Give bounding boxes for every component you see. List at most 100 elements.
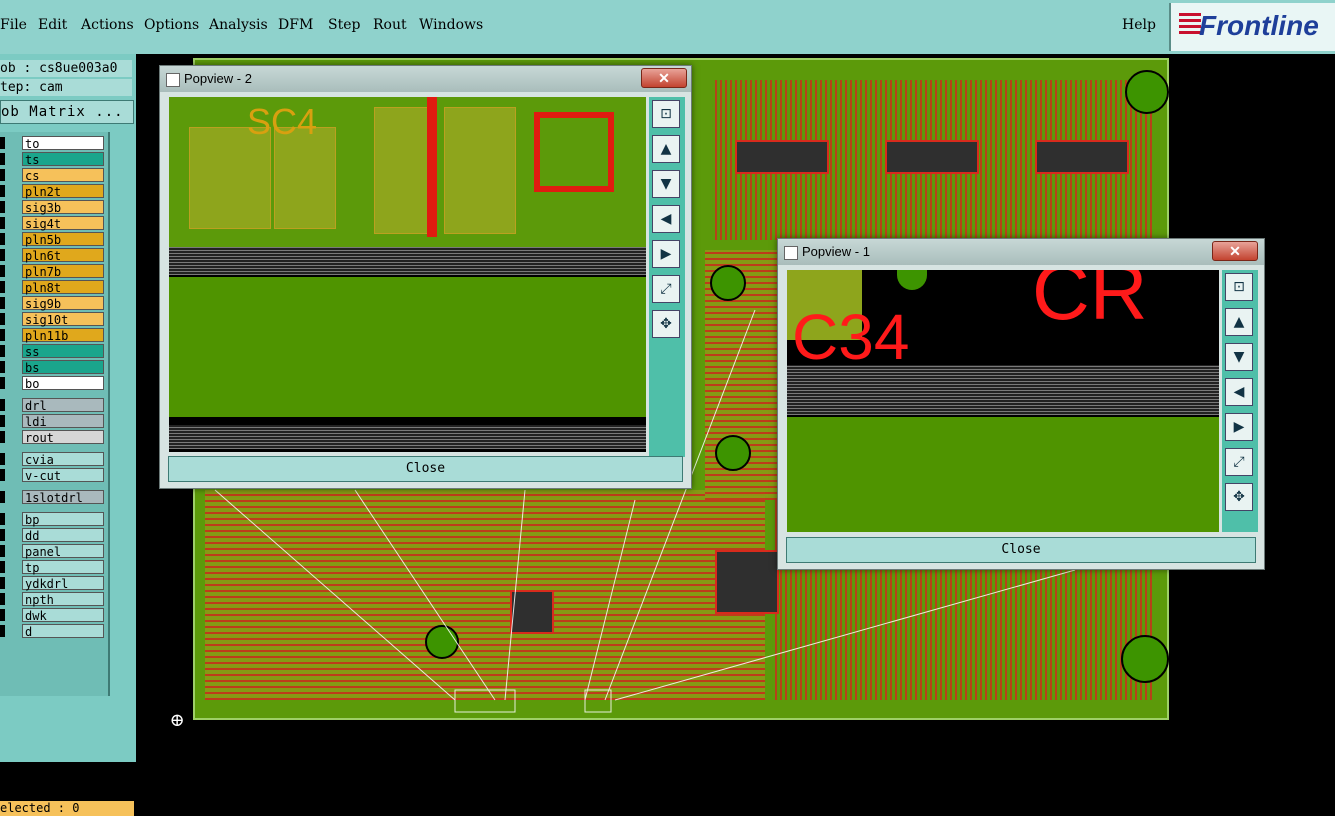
- popview-1-titlebar[interactable]: Popview - 1 ✕: [778, 239, 1264, 265]
- window-icon: [784, 246, 798, 260]
- menu-analysis[interactable]: Analysis: [209, 17, 268, 33]
- layer-toggle[interactable]: [0, 153, 5, 165]
- popview-2-canvas[interactable]: SC4: [169, 97, 646, 452]
- layer-row-npth[interactable]: npth: [0, 592, 106, 607]
- popview-2-titlebar[interactable]: Popview - 2 ✕: [160, 66, 691, 92]
- popview-1-canvas[interactable]: C34 CR: [787, 270, 1219, 532]
- pan-down-icon[interactable]: ▼: [1225, 343, 1253, 371]
- layer-toggle[interactable]: [0, 377, 5, 389]
- layer-row-d[interactable]: d: [0, 624, 106, 639]
- layer-row-tp[interactable]: tp: [0, 560, 106, 575]
- pan-down-icon[interactable]: ▼: [652, 170, 680, 198]
- layer-row-pln5b[interactable]: pln5b: [0, 232, 106, 247]
- layer-toggle[interactable]: [0, 169, 5, 181]
- layer-toggle[interactable]: [0, 201, 5, 213]
- layer-toggle[interactable]: [0, 185, 5, 197]
- zoom-home-icon[interactable]: ✥: [1225, 483, 1253, 511]
- layer-row-cvia[interactable]: cvia: [0, 452, 106, 467]
- layer-row-sig9b[interactable]: sig9b: [0, 296, 106, 311]
- layer-toggle[interactable]: [0, 529, 5, 541]
- job-matrix-button[interactable]: ob Matrix ...: [0, 100, 134, 124]
- layer-row-pln6t[interactable]: pln6t: [0, 248, 106, 263]
- hatch-strip: [169, 425, 646, 449]
- origin-crosshair-icon: ⊕: [169, 710, 185, 731]
- layer-toggle[interactable]: [0, 329, 5, 341]
- pan-up-icon[interactable]: ▲: [652, 135, 680, 163]
- layer-row-ldi[interactable]: ldi: [0, 414, 106, 429]
- layer-toggle[interactable]: [0, 249, 5, 261]
- menu-rout[interactable]: Rout: [373, 17, 407, 33]
- layer-toggle[interactable]: [0, 313, 5, 325]
- zoom-home-icon[interactable]: ✥: [652, 310, 680, 338]
- layer-row-ydkdrl[interactable]: ydkdrl: [0, 576, 106, 591]
- pan-left-icon[interactable]: ◀: [652, 205, 680, 233]
- popview-1-close-x-button[interactable]: ✕: [1212, 241, 1258, 261]
- menu-options[interactable]: Options: [144, 17, 199, 33]
- layer-row-rout[interactable]: rout: [0, 430, 106, 445]
- layer-row-sig10t[interactable]: sig10t: [0, 312, 106, 327]
- layer-row-bo[interactable]: bo: [0, 376, 106, 391]
- layer-name: ldi: [22, 414, 104, 429]
- pan-left-icon[interactable]: ◀: [1225, 378, 1253, 406]
- layer-toggle[interactable]: [0, 469, 5, 481]
- pan-right-icon[interactable]: ▶: [652, 240, 680, 268]
- layer-row-drl[interactable]: drl: [0, 398, 106, 413]
- layer-toggle[interactable]: [0, 609, 5, 621]
- layer-row-ts[interactable]: ts: [0, 152, 106, 167]
- zoom-fit-icon[interactable]: ⤢: [652, 275, 680, 303]
- layer-row-v-cut[interactable]: v-cut: [0, 468, 106, 483]
- layer-row-sig4t[interactable]: sig4t: [0, 216, 106, 231]
- layer-row-to[interactable]: to: [0, 136, 106, 151]
- popview-2-close-button[interactable]: Close: [168, 456, 683, 482]
- menu-step[interactable]: Step: [328, 17, 360, 33]
- layer-toggle[interactable]: [0, 265, 5, 277]
- silkscreen-label: SC4: [247, 101, 318, 142]
- layer-toggle[interactable]: [0, 345, 5, 357]
- layer-toggle[interactable]: [0, 399, 5, 411]
- menu-actions[interactable]: Actions: [81, 17, 134, 33]
- menu-help[interactable]: Help: [1122, 17, 1156, 33]
- layer-toggle[interactable]: [0, 233, 5, 245]
- layer-row-pln7b[interactable]: pln7b: [0, 264, 106, 279]
- layer-row-cs[interactable]: cs: [0, 168, 106, 183]
- zoom-fit-icon[interactable]: ⤢: [1225, 448, 1253, 476]
- menu-edit[interactable]: Edit: [38, 17, 67, 33]
- pan-right-icon[interactable]: ▶: [1225, 413, 1253, 441]
- layer-row-dwk[interactable]: dwk: [0, 608, 106, 623]
- layer-toggle[interactable]: [0, 361, 5, 373]
- layer-toggle[interactable]: [0, 545, 5, 557]
- layer-toggle[interactable]: [0, 137, 5, 149]
- layer-row-dd[interactable]: dd: [0, 528, 106, 543]
- layer-toggle[interactable]: [0, 561, 5, 573]
- layer-row-pln2t[interactable]: pln2t: [0, 184, 106, 199]
- layer-toggle[interactable]: [0, 625, 5, 637]
- layer-row-pln11b[interactable]: pln11b: [0, 328, 106, 343]
- zoom-window-icon[interactable]: ⊡: [1225, 273, 1253, 301]
- menu-windows[interactable]: Windows: [419, 17, 483, 33]
- menu-file[interactable]: File: [0, 17, 27, 33]
- layer-row-panel[interactable]: panel: [0, 544, 106, 559]
- layer-toggle[interactable]: [0, 297, 5, 309]
- popview-2-close-x-button[interactable]: ✕: [641, 68, 687, 88]
- layer-row-pln8t[interactable]: pln8t: [0, 280, 106, 295]
- menu-dfm[interactable]: DFM: [278, 17, 313, 33]
- layer-toggle[interactable]: [0, 453, 5, 465]
- layer-toggle[interactable]: [0, 281, 5, 293]
- layer-row-bs[interactable]: bs: [0, 360, 106, 375]
- layer-row-1slotdrl[interactable]: 1slotdrl: [0, 490, 106, 505]
- layer-name: ss: [22, 344, 104, 359]
- layer-toggle[interactable]: [0, 593, 5, 605]
- zoom-window-icon[interactable]: ⊡: [652, 100, 680, 128]
- hatch-strip: [169, 247, 646, 275]
- layer-toggle[interactable]: [0, 491, 5, 503]
- layer-toggle[interactable]: [0, 431, 5, 443]
- layer-toggle[interactable]: [0, 217, 5, 229]
- layer-toggle[interactable]: [0, 415, 5, 427]
- layer-row-sig3b[interactable]: sig3b: [0, 200, 106, 215]
- layer-row-bp[interactable]: bp: [0, 512, 106, 527]
- layer-toggle[interactable]: [0, 577, 5, 589]
- popview-1-close-button[interactable]: Close: [786, 537, 1256, 563]
- layer-row-ss[interactable]: ss: [0, 344, 106, 359]
- layer-toggle[interactable]: [0, 513, 5, 525]
- pan-up-icon[interactable]: ▲: [1225, 308, 1253, 336]
